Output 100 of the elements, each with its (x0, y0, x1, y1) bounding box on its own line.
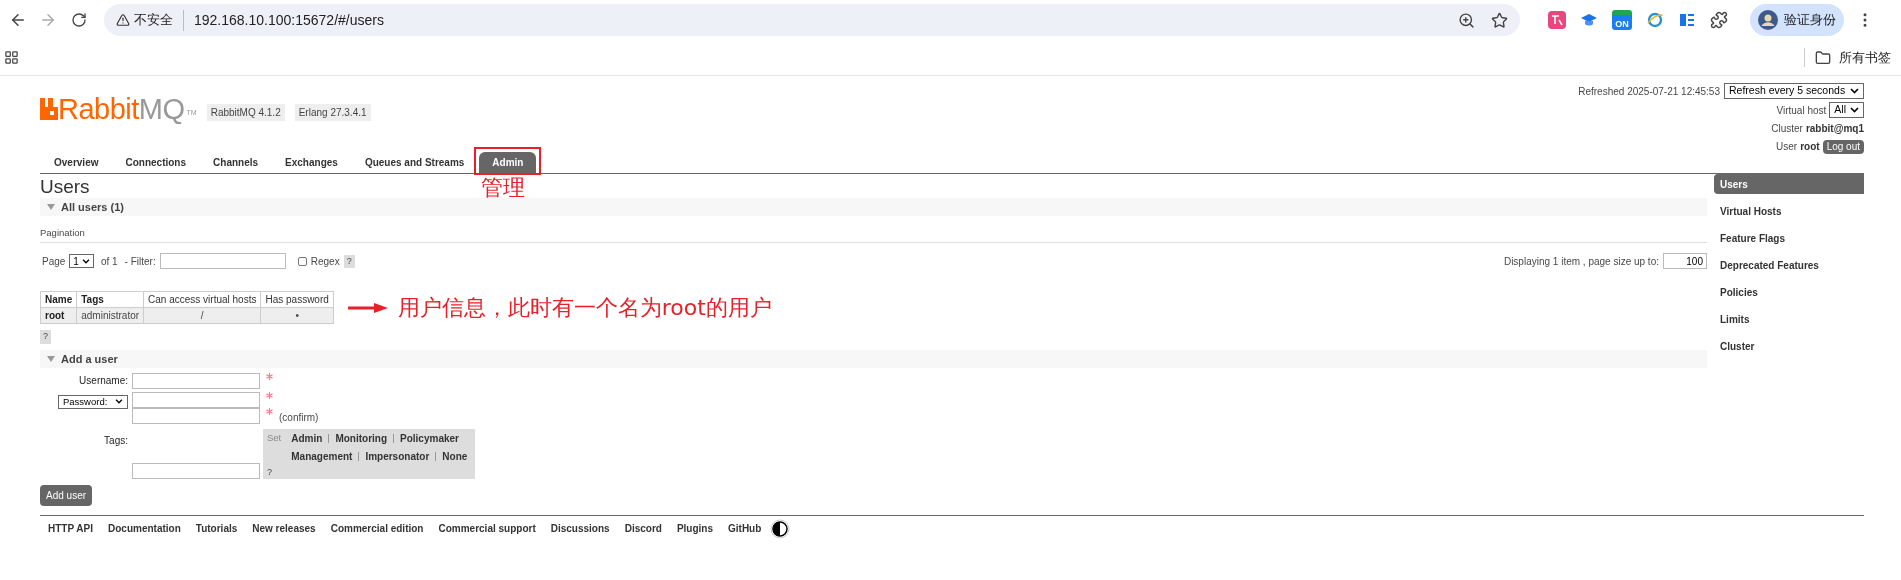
extensions-puzzle-icon[interactable] (1710, 11, 1728, 29)
translate-extension-icon[interactable] (1548, 11, 1566, 29)
tag-link[interactable]: Impersonator (365, 448, 430, 464)
column-header: Can access virtual hosts (143, 291, 261, 308)
table-cell[interactable]: root (40, 307, 77, 324)
warning-icon (116, 13, 130, 27)
version-badge: Erlang 27.3.4.1 (294, 104, 371, 121)
virtual-host-label: Virtual host (1776, 103, 1827, 118)
column-header: Name (40, 291, 77, 308)
zoom-icon[interactable] (1458, 11, 1475, 29)
tag-link[interactable]: Policymaker (400, 430, 459, 446)
tags-help-button[interactable]: ? (267, 466, 272, 478)
footer-link[interactable]: New releases (252, 521, 316, 537)
filter-label: - Filter: (124, 254, 156, 269)
regex-label: Regex (310, 254, 340, 269)
footer-link[interactable]: Commercial support (438, 521, 536, 537)
displaying-text: Displaying 1 item , page size up to: (1503, 254, 1659, 269)
add-user-button[interactable]: Add user (40, 484, 93, 506)
user-name: root (1800, 140, 1820, 154)
sidebar-item[interactable]: Users (1714, 174, 1864, 194)
logout-button[interactable]: Log out (1822, 139, 1864, 154)
page-title: Users (40, 176, 90, 198)
extension-badge[interactable]: ON (1612, 10, 1632, 30)
sidebar-item[interactable]: Cluster (1714, 336, 1864, 356)
folder-icon (1815, 49, 1831, 66)
required-asterisk-icon (266, 407, 273, 415)
annotation-text: 管理 (481, 176, 526, 200)
reload-icon[interactable] (71, 12, 87, 28)
rabbit-logo-icon (40, 98, 58, 120)
footer-link[interactable]: Plugins (676, 521, 713, 537)
user-label: User (1776, 140, 1798, 154)
footer-link[interactable]: Tutorials (195, 521, 238, 537)
regex-checkbox[interactable] (297, 256, 307, 266)
footer-link[interactable]: GitHub (728, 521, 762, 537)
tag-link[interactable]: Monitoring (335, 430, 388, 446)
logo-wordmark: RabbitMQ (58, 94, 185, 124)
table-cell: • (260, 307, 334, 324)
dropdown-caret-icon (81, 258, 90, 264)
username-field[interactable] (132, 372, 260, 389)
help-button[interactable]: ? (343, 254, 355, 268)
url-text: 192.168.10.100:15672/#/users (183, 9, 384, 31)
tag-link[interactable]: Admin (291, 430, 323, 446)
dropdown-caret-icon (1850, 107, 1859, 113)
contrast-toggle-icon[interactable] (770, 518, 791, 539)
pagination-heading: Pagination (40, 226, 1707, 244)
refresh-interval-select[interactable]: Refresh every 5 seconds (1724, 83, 1864, 99)
section-header[interactable]: Add a user (40, 349, 1707, 368)
page-size-field[interactable]: 100 (1663, 253, 1707, 270)
set-label: Set (267, 430, 282, 445)
sidebar-item[interactable]: Policies (1714, 282, 1864, 302)
required-asterisk-icon (266, 391, 273, 399)
page-label: Page (42, 254, 66, 269)
all-bookmarks-folder[interactable]: 所有书签 (1804, 47, 1897, 68)
dropdown-caret-icon (115, 399, 123, 405)
tags-label: Tags: (103, 433, 128, 448)
ie-style-icon[interactable] (1646, 11, 1664, 29)
filter-field[interactable] (159, 253, 286, 270)
sidebar-panel-icon[interactable] (1678, 11, 1696, 29)
back-icon[interactable] (9, 11, 27, 29)
footer-link[interactable]: Commercial edition (330, 521, 424, 537)
annotation-arrow (347, 302, 388, 313)
confirm-label: (confirm) (279, 410, 319, 425)
footer-link[interactable]: HTTP API (48, 521, 93, 537)
version-badge: RabbitMQ 4.1.2 (206, 104, 285, 121)
password-field[interactable] (132, 391, 260, 408)
cluster-name: rabbit@mq1 (1805, 122, 1864, 136)
sidebar-item[interactable]: Virtual Hosts (1714, 201, 1864, 221)
dropdown-caret-icon (1850, 88, 1859, 94)
help-button[interactable]: ? (40, 330, 51, 344)
highlight-box (474, 147, 542, 175)
sidebar-item[interactable]: Deprecated Features (1714, 255, 1864, 275)
password-select[interactable]: Password: (58, 394, 128, 409)
nav-tab[interactable]: Admin (479, 152, 537, 173)
profile-button[interactable]: 验证身份 (1750, 4, 1844, 36)
footer-link[interactable]: Discord (624, 521, 662, 537)
apps-grid-icon[interactable] (4, 50, 19, 65)
column-header: Has password (260, 291, 334, 308)
sidebar-item[interactable]: Feature Flags (1714, 228, 1864, 248)
username-label: Username: (78, 373, 128, 388)
sidebar-item[interactable]: Limits (1714, 309, 1864, 329)
cluster-label: Cluster (1771, 122, 1803, 136)
required-asterisk-icon (266, 372, 273, 380)
security-label: 不安全 (134, 11, 173, 30)
footer-link[interactable]: Documentation (108, 521, 181, 537)
footer-link[interactable]: Discussions (550, 521, 610, 537)
page-count: of 1 (100, 254, 118, 269)
virtual-host-select[interactable]: All (1829, 102, 1864, 118)
bookmark-star-icon[interactable] (1491, 11, 1508, 29)
annotation-text: 用户信息，此时有一个名为root的用户 (397, 295, 772, 320)
refreshed-time: Refreshed 2025-07-21 12:45:53 (1578, 84, 1720, 99)
page-select[interactable]: 1 (69, 254, 94, 269)
password-confirm-field[interactable] (132, 407, 260, 424)
table-cell: administrator (76, 307, 144, 324)
tag-link[interactable]: None (442, 448, 468, 464)
tag-link[interactable]: Management (291, 448, 353, 464)
column-header: Tags (76, 291, 144, 308)
table-cell: / (143, 307, 261, 324)
address-bar[interactable]: 不安全 192.168.10.100:15672/#/users (104, 4, 1520, 36)
tags-field[interactable] (132, 462, 260, 479)
section-header[interactable]: All users (1) (40, 198, 1707, 216)
